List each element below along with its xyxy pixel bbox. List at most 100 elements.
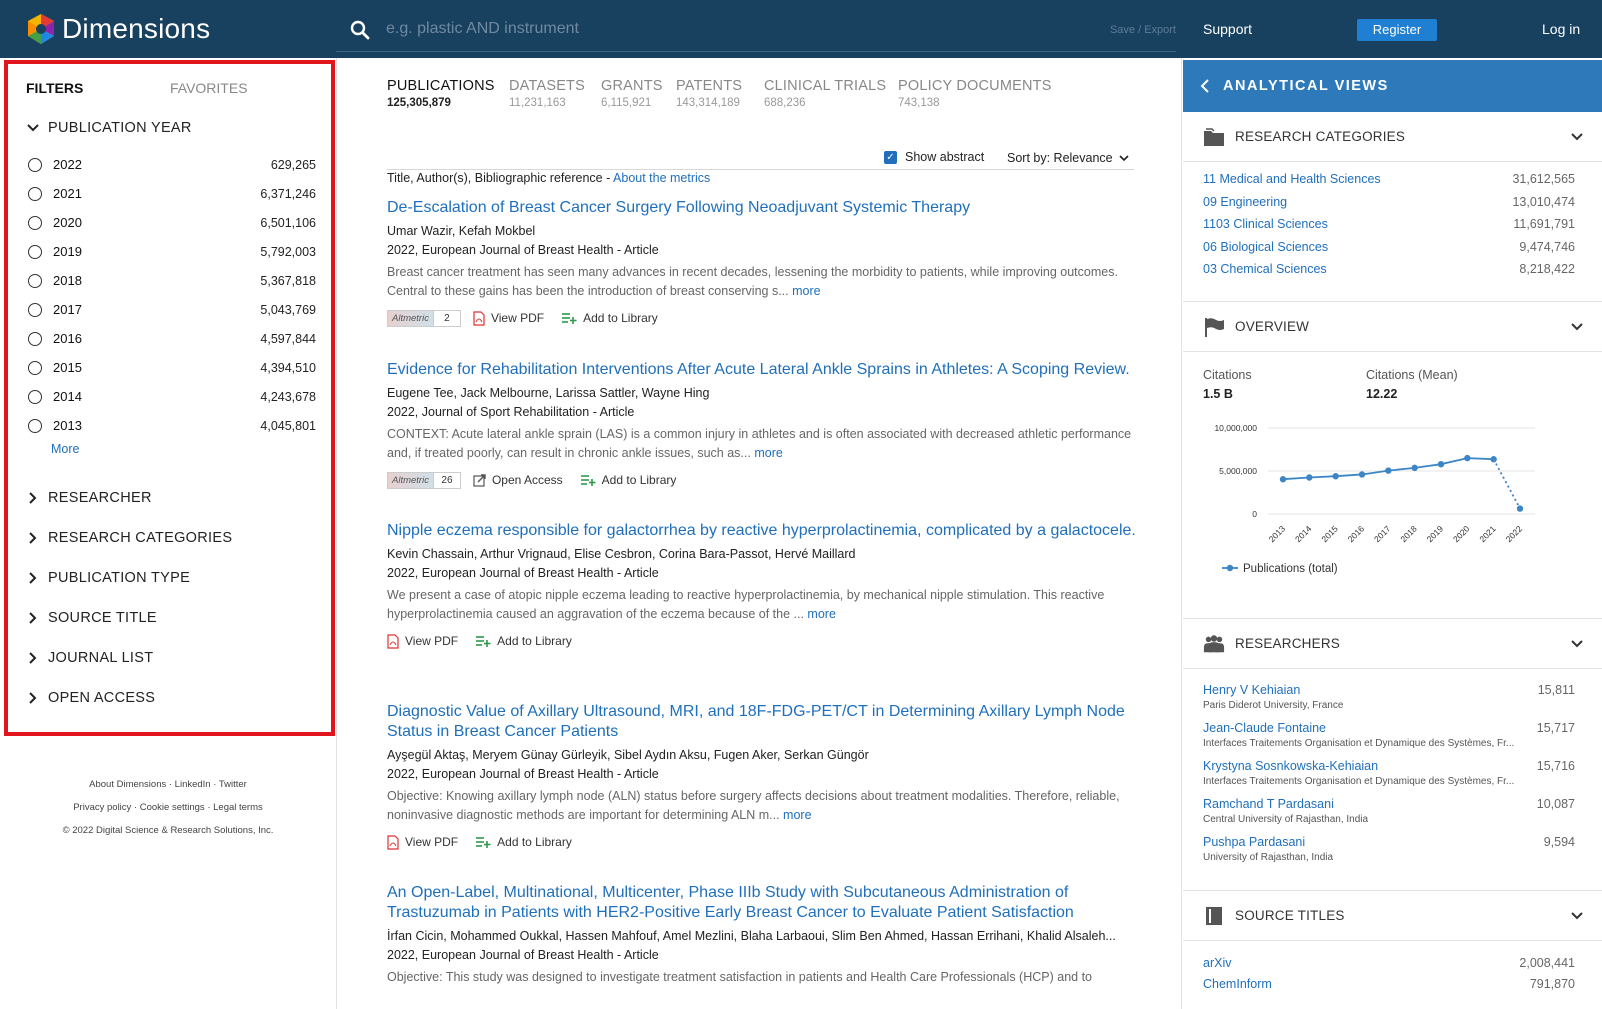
altmetric-score: 26: [441, 474, 453, 486]
researcher-row[interactable]: Ramchand T Pardasani Central University o…: [1203, 797, 1575, 825]
add-to-library-link[interactable]: Add to Library: [476, 835, 572, 849]
tab-patents[interactable]: PATENTS 143,314,189: [676, 78, 742, 109]
add-to-library-link[interactable]: Add to Library: [476, 634, 572, 648]
researcher-link[interactable]: Jean-Claude Fontaine: [1203, 721, 1575, 735]
footer-links-2[interactable]: Privacy policy · Cookie settings · Legal…: [0, 796, 336, 819]
category-row[interactable]: 1103 Clinical Sciences 11,691,791: [1203, 217, 1575, 231]
result-title-link[interactable]: De-Escalation of Breast Cancer Surgery F…: [387, 198, 1137, 218]
sort-dropdown[interactable]: Sort by: Relevance: [1007, 151, 1129, 165]
show-abstract-toggle[interactable]: ✓ Show abstract: [884, 150, 984, 164]
radio-button[interactable]: [28, 273, 42, 288]
more-link[interactable]: more: [783, 808, 811, 822]
results-area: PUBLICATIONS 125,305,879 DATASETS 11,231,16…: [387, 58, 1137, 1009]
analytical-views-header[interactable]: ANALYTICAL VIEWS: [1183, 60, 1602, 112]
result-title-link[interactable]: Diagnostic Value of Axillary Ultrasound,…: [387, 702, 1137, 742]
result-title-link[interactable]: An Open-Label, Multinational, Multicente…: [387, 883, 1137, 923]
researchers-toggle[interactable]: RESEARCHERS: [1183, 619, 1602, 669]
view-pdf-link[interactable]: View PDF: [473, 310, 544, 326]
researcher-link[interactable]: Ramchand T Pardasani: [1203, 797, 1575, 811]
category-link[interactable]: 03 Chemical Sciences: [1203, 262, 1327, 276]
category-link[interactable]: 11 Medical and Health Sciences: [1203, 172, 1381, 186]
more-link[interactable]: more: [807, 607, 835, 621]
support-link[interactable]: Support: [1203, 21, 1252, 37]
filter-section-journal-list[interactable]: JOURNAL LIST: [26, 648, 153, 668]
filter-section-researcher[interactable]: RESEARCHER: [26, 488, 152, 508]
tab-favorites[interactable]: FAVORITES: [170, 80, 248, 96]
chevron-left-icon[interactable]: [1199, 79, 1211, 93]
radio-button[interactable]: [28, 157, 42, 172]
source-titles-toggle[interactable]: SOURCE TITLES: [1183, 891, 1602, 941]
researcher-row[interactable]: Jean-Claude Fontaine Interfaces Traitemen…: [1203, 721, 1575, 749]
year-filter-row[interactable]: 2019 5,792,003: [26, 237, 316, 266]
researcher-row[interactable]: Krystyna Sosnkowska-Kehiaian Interfaces T…: [1203, 759, 1575, 787]
radio-button[interactable]: [28, 360, 42, 375]
radio-button[interactable]: [28, 302, 42, 317]
view-pdf-link[interactable]: View PDF: [387, 633, 458, 649]
category-link[interactable]: 09 Engineering: [1203, 195, 1287, 209]
category-row[interactable]: 11 Medical and Health Sciences 31,612,565: [1203, 172, 1575, 186]
year-filter-row[interactable]: 2021 6,371,246: [26, 179, 316, 208]
filter-section-publication-type[interactable]: PUBLICATION TYPE: [26, 568, 190, 588]
researcher-link[interactable]: Krystyna Sosnkowska-Kehiaian: [1203, 759, 1575, 773]
researcher-row[interactable]: Pushpa Pardasani University of Rajasthan,…: [1203, 835, 1575, 863]
source-row[interactable]: ChemInform 791,870: [1203, 977, 1575, 991]
save-export-link[interactable]: Save / Export: [1110, 24, 1176, 36]
researcher-link[interactable]: Pushpa Pardasani: [1203, 835, 1575, 849]
filter-section-source-title[interactable]: SOURCE TITLE: [26, 608, 157, 628]
category-row[interactable]: 06 Biological Sciences 9,474,746: [1203, 240, 1575, 254]
tab-filters[interactable]: FILTERS: [26, 80, 83, 96]
category-link[interactable]: 06 Biological Sciences: [1203, 240, 1328, 254]
research-categories-toggle[interactable]: RESEARCH CATEGORIES: [1183, 112, 1602, 162]
year-filter-row[interactable]: 2016 4,597,844: [26, 324, 316, 353]
radio-button[interactable]: [28, 186, 42, 201]
radio-button[interactable]: [28, 244, 42, 259]
source-row[interactable]: arXiv 2,008,441: [1203, 956, 1575, 970]
add-to-library-link[interactable]: Add to Library: [580, 473, 676, 487]
year-filter-row[interactable]: 2018 5,367,818: [26, 266, 316, 295]
tab-clinical-trials[interactable]: CLINICAL TRIALS 688,236: [764, 78, 886, 109]
tab-publications[interactable]: PUBLICATIONS 125,305,879: [387, 78, 495, 109]
show-abstract-checkbox[interactable]: ✓: [884, 150, 897, 164]
tab-datasets[interactable]: DATASETS 11,231,163: [509, 78, 585, 109]
more-link[interactable]: more: [754, 446, 782, 460]
register-button[interactable]: Register: [1357, 19, 1437, 41]
category-link[interactable]: 1103 Clinical Sciences: [1203, 217, 1328, 231]
login-link[interactable]: Log in: [1542, 21, 1580, 37]
view-pdf-link[interactable]: View PDF: [387, 834, 458, 850]
category-row[interactable]: 03 Chemical Sciences 8,218,422: [1203, 262, 1575, 276]
result-title-link[interactable]: Nipple eczema responsible for galactorrh…: [387, 521, 1137, 541]
search-icon[interactable]: [350, 20, 370, 40]
tab-policy-documents[interactable]: POLICY DOCUMENTS 743,138: [898, 78, 1052, 109]
radio-button[interactable]: [28, 418, 42, 433]
year-filter-row[interactable]: 2014 4,243,678: [26, 382, 316, 411]
open-access-link[interactable]: Open Access: [473, 473, 563, 487]
dimensions-logo[interactable]: Dimensions: [24, 12, 210, 46]
about-metrics-link[interactable]: About the metrics: [613, 171, 710, 185]
altmetric-badge[interactable]: Altmetric 26: [387, 471, 461, 489]
filter-section-open-access[interactable]: OPEN ACCESS: [26, 688, 155, 708]
source-link[interactable]: ChemInform: [1203, 977, 1272, 991]
add-to-library-link[interactable]: Add to Library: [562, 311, 658, 325]
more-years-link[interactable]: More: [51, 442, 79, 456]
researcher-row[interactable]: Henry V Kehiaian Paris Diderot University…: [1203, 683, 1575, 711]
altmetric-badge[interactable]: Altmetric 2: [387, 309, 461, 327]
category-row[interactable]: 09 Engineering 13,010,474: [1203, 195, 1575, 209]
year-filter-row[interactable]: 2013 4,045,801: [26, 411, 316, 440]
year-filter-row[interactable]: 2017 5,043,769: [26, 295, 316, 324]
search-input[interactable]: [386, 16, 1026, 42]
researcher-link[interactable]: Henry V Kehiaian: [1203, 683, 1575, 697]
radio-button[interactable]: [28, 331, 42, 346]
publication-year-toggle[interactable]: PUBLICATION YEAR: [26, 118, 192, 138]
filter-section-research-categories[interactable]: RESEARCH CATEGORIES: [26, 528, 232, 548]
tab-grants[interactable]: GRANTS 6,115,921: [601, 78, 663, 109]
overview-toggle[interactable]: OVERVIEW: [1183, 302, 1602, 352]
year-filter-row[interactable]: 2022 629,265: [26, 150, 316, 179]
radio-button[interactable]: [28, 389, 42, 404]
result-title-link[interactable]: Evidence for Rehabilitation Intervention…: [387, 360, 1137, 380]
year-filter-row[interactable]: 2020 6,501,106: [26, 208, 316, 237]
footer-links-1[interactable]: About Dimensions · LinkedIn · Twitter: [0, 773, 336, 796]
radio-button[interactable]: [28, 215, 42, 230]
year-filter-row[interactable]: 2015 4,394,510: [26, 353, 316, 382]
source-link[interactable]: arXiv: [1203, 956, 1231, 970]
more-link[interactable]: more: [792, 284, 820, 298]
